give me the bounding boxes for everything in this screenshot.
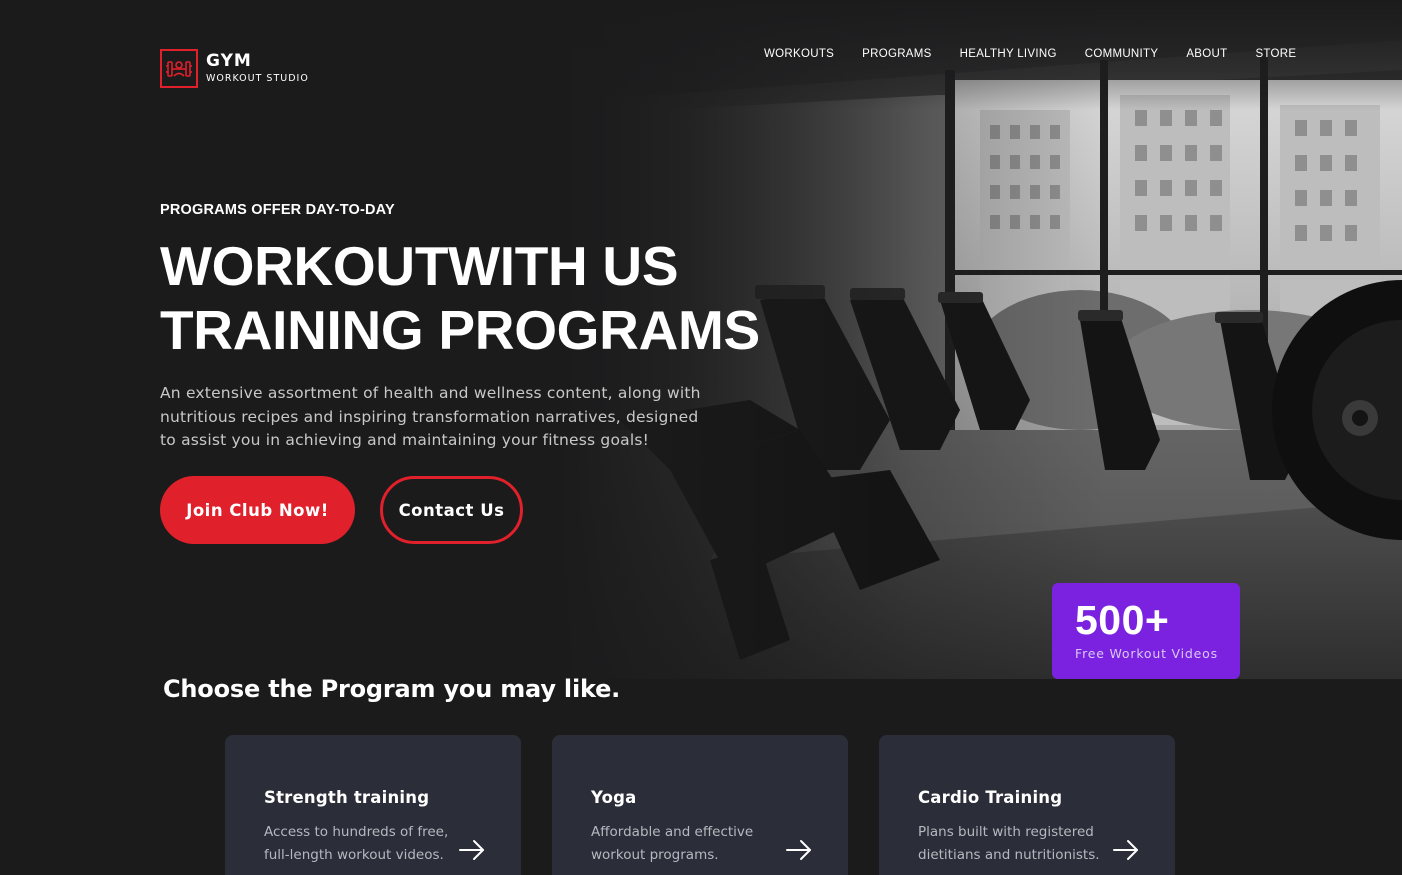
- stat-badge: 500+ Free Workout Videos: [1052, 583, 1240, 679]
- nav-item-programs[interactable]: PROGRAMS: [862, 48, 932, 60]
- dumbbell-icon: [160, 49, 198, 88]
- nav-item-community[interactable]: COMMUNITY: [1085, 48, 1159, 60]
- nav-item-store[interactable]: STORE: [1255, 48, 1296, 60]
- brand-title: GYM: [206, 51, 252, 71]
- program-card-title: Yoga: [591, 788, 637, 807]
- program-card-desc: Access to hundreds of free, full-length …: [264, 824, 449, 863]
- nav-item-healthy-living[interactable]: HEALTHY LIVING: [960, 48, 1057, 60]
- contact-us-button[interactable]: Contact Us: [380, 476, 523, 544]
- arrow-right-icon[interactable]: [458, 839, 486, 861]
- program-card-title: Strength training: [264, 788, 430, 807]
- hero-headline-line-2: TRAINING PROGRAMS: [160, 299, 760, 361]
- stat-value: 500+: [1075, 597, 1170, 643]
- programs-title: Choose the Program you may like.: [163, 675, 621, 703]
- main-nav: WORKOUTS PROGRAMS HEALTHY LIVING COMMUNI…: [764, 48, 1296, 60]
- program-card-strength[interactable]: Strength training Access to hundreds of …: [225, 735, 521, 875]
- arrow-right-icon[interactable]: [785, 839, 813, 861]
- brand-logo[interactable]: GYM WORKOUT STUDIO: [160, 49, 309, 88]
- hero-eyebrow: PROGRAMS OFFER DAY-TO-DAY: [160, 202, 395, 218]
- nav-item-about[interactable]: ABOUT: [1186, 48, 1227, 60]
- program-card-cardio[interactable]: Cardio Training Plans built with registe…: [879, 735, 1175, 875]
- program-card-title: Cardio Training: [918, 788, 1063, 807]
- brand-subtitle: WORKOUT STUDIO: [206, 73, 309, 84]
- program-card-yoga[interactable]: Yoga Affordable and effective workout pr…: [552, 735, 848, 875]
- nav-item-workouts[interactable]: WORKOUTS: [764, 48, 834, 60]
- program-cards: Strength training Access to hundreds of …: [225, 735, 1206, 875]
- arrow-right-icon[interactable]: [1112, 839, 1140, 861]
- join-club-button[interactable]: Join Club Now!: [160, 476, 355, 544]
- hero-lead: An extensive assortment of health and we…: [160, 384, 701, 449]
- hero-headline: WORKOUTWITH US TRAINING PROGRAMS: [160, 234, 760, 362]
- stat-label: Free Workout Videos: [1075, 646, 1218, 661]
- program-card-desc: Plans built with registered dietitians a…: [918, 824, 1100, 863]
- program-card-desc: Affordable and effective workout program…: [591, 824, 754, 863]
- hero-headline-line-1: WORKOUTWITH US: [160, 235, 679, 297]
